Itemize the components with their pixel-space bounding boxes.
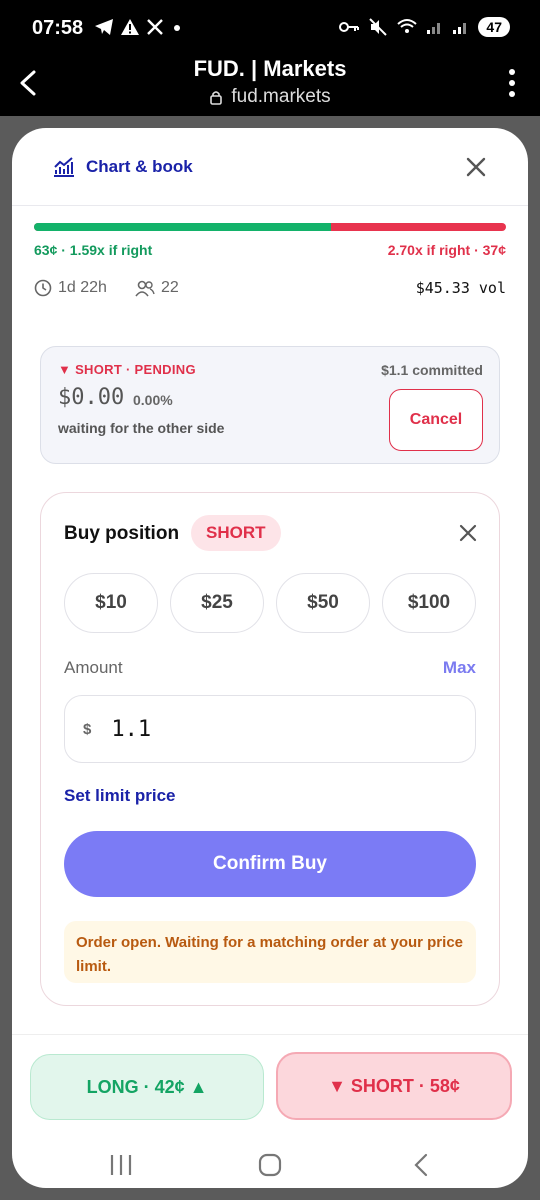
signal-icon bbox=[427, 23, 441, 34]
vpn-key-icon bbox=[339, 22, 360, 32]
lock-icon bbox=[210, 91, 223, 105]
browser-header: FUD. | Markets fud.markets bbox=[0, 56, 540, 116]
short-button[interactable]: ▼ SHORT · 58¢ bbox=[276, 1052, 512, 1120]
system-icons: 47 bbox=[338, 17, 510, 37]
cancel-button[interactable]: Cancel bbox=[389, 389, 483, 451]
long-odds: 63¢ · 1.59x if right bbox=[34, 242, 153, 258]
users-icon bbox=[135, 280, 155, 297]
max-button[interactable]: Max bbox=[443, 658, 476, 678]
time-remaining: 1d 22h bbox=[58, 279, 107, 296]
amount-input[interactable]: $ 1.1 bbox=[64, 695, 476, 763]
market-volume: $45.33 vol bbox=[415, 279, 506, 297]
status-bar: 07:58 47 bbox=[0, 0, 540, 60]
site-title: FUD. | Markets bbox=[193, 56, 347, 81]
participant-count: 22 bbox=[160, 279, 179, 296]
market-meta: 1d 22h 22 bbox=[34, 279, 179, 297]
position-value: $0.00 bbox=[58, 385, 125, 410]
preset-25-button[interactable]: $25 bbox=[170, 573, 264, 633]
mute-icon bbox=[369, 18, 388, 36]
notification-icons bbox=[94, 18, 184, 36]
dot-icon bbox=[174, 25, 180, 31]
more-options-icon[interactable] bbox=[508, 68, 516, 98]
preset-50-button[interactable]: $50 bbox=[276, 573, 370, 633]
chart-icon bbox=[54, 157, 74, 177]
short-odds: 2.70x if right · 37¢ bbox=[387, 242, 506, 258]
amount-label: Amount bbox=[64, 658, 123, 677]
amount-presets: $10 $25 $50 $100 bbox=[64, 573, 476, 633]
site-url[interactable]: fud.markets bbox=[0, 86, 540, 108]
home-icon[interactable] bbox=[258, 1153, 282, 1177]
confirm-buy-button[interactable]: Confirm Buy bbox=[64, 831, 476, 897]
set-limit-price-link[interactable]: Set limit price bbox=[64, 786, 175, 806]
warning-icon bbox=[121, 19, 139, 35]
side-badge: SHORT bbox=[191, 515, 281, 551]
sheet-header: Chart & book bbox=[12, 128, 528, 206]
battery-level: 47 bbox=[478, 17, 510, 37]
pending-position-card: ▼ SHORT · PENDING $1.1 committed $0.00 0… bbox=[40, 346, 500, 464]
market-sheet: Chart & book 63¢ · 1.59x if right 2.70x … bbox=[12, 128, 528, 1188]
chart-book-label: Chart & book bbox=[86, 157, 193, 176]
order-notice: Order open. Waiting for a matching order… bbox=[64, 921, 476, 983]
clock-icon bbox=[34, 279, 52, 297]
x-icon bbox=[147, 19, 163, 35]
divider bbox=[12, 1034, 528, 1035]
close-buy-icon[interactable] bbox=[459, 524, 477, 542]
status-time: 07:58 bbox=[32, 17, 84, 39]
recents-icon[interactable] bbox=[109, 1154, 133, 1176]
android-nav-bar bbox=[12, 1138, 528, 1188]
odds-bar-long bbox=[34, 223, 332, 231]
position-pnl-pct: 0.00% bbox=[133, 392, 173, 408]
pending-status: waiting for the other side bbox=[58, 420, 225, 436]
preset-10-button[interactable]: $10 bbox=[64, 573, 158, 633]
buy-position-card: Buy position SHORT $10 $25 $50 $100 Amou… bbox=[40, 492, 500, 1006]
nav-back-icon[interactable] bbox=[411, 1153, 431, 1177]
preset-100-button[interactable]: $100 bbox=[382, 573, 476, 633]
signal-icon bbox=[453, 23, 467, 34]
committed-amount: $1.1 committed bbox=[381, 362, 483, 378]
url-text: fud.markets bbox=[231, 86, 331, 107]
odds-bar bbox=[34, 223, 506, 231]
close-icon[interactable] bbox=[464, 155, 488, 179]
chart-book-button[interactable]: Chart & book bbox=[52, 156, 193, 178]
telegram-icon bbox=[95, 19, 113, 35]
buy-title: Buy position bbox=[64, 523, 180, 544]
currency-symbol: $ bbox=[83, 720, 92, 738]
amount-value: 1.1 bbox=[111, 716, 152, 742]
wifi-icon bbox=[397, 19, 418, 33]
pending-title: ▼ SHORT · PENDING bbox=[58, 362, 196, 377]
long-button[interactable]: LONG · 42¢ ▲ bbox=[30, 1054, 264, 1120]
